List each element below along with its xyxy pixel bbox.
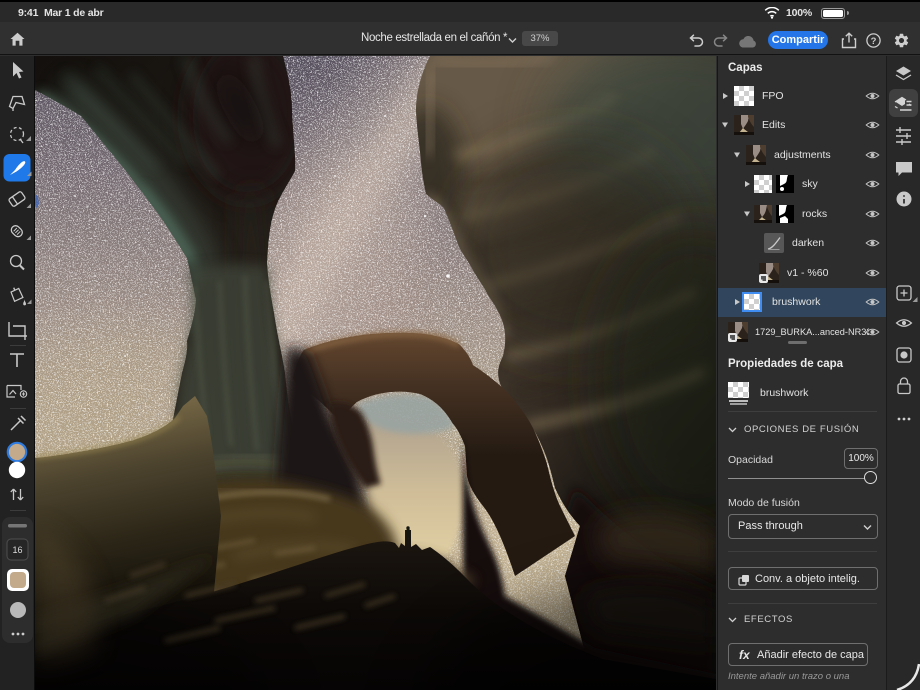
svg-text:16: 16 — [12, 545, 22, 555]
svg-text:?: ? — [871, 36, 877, 47]
